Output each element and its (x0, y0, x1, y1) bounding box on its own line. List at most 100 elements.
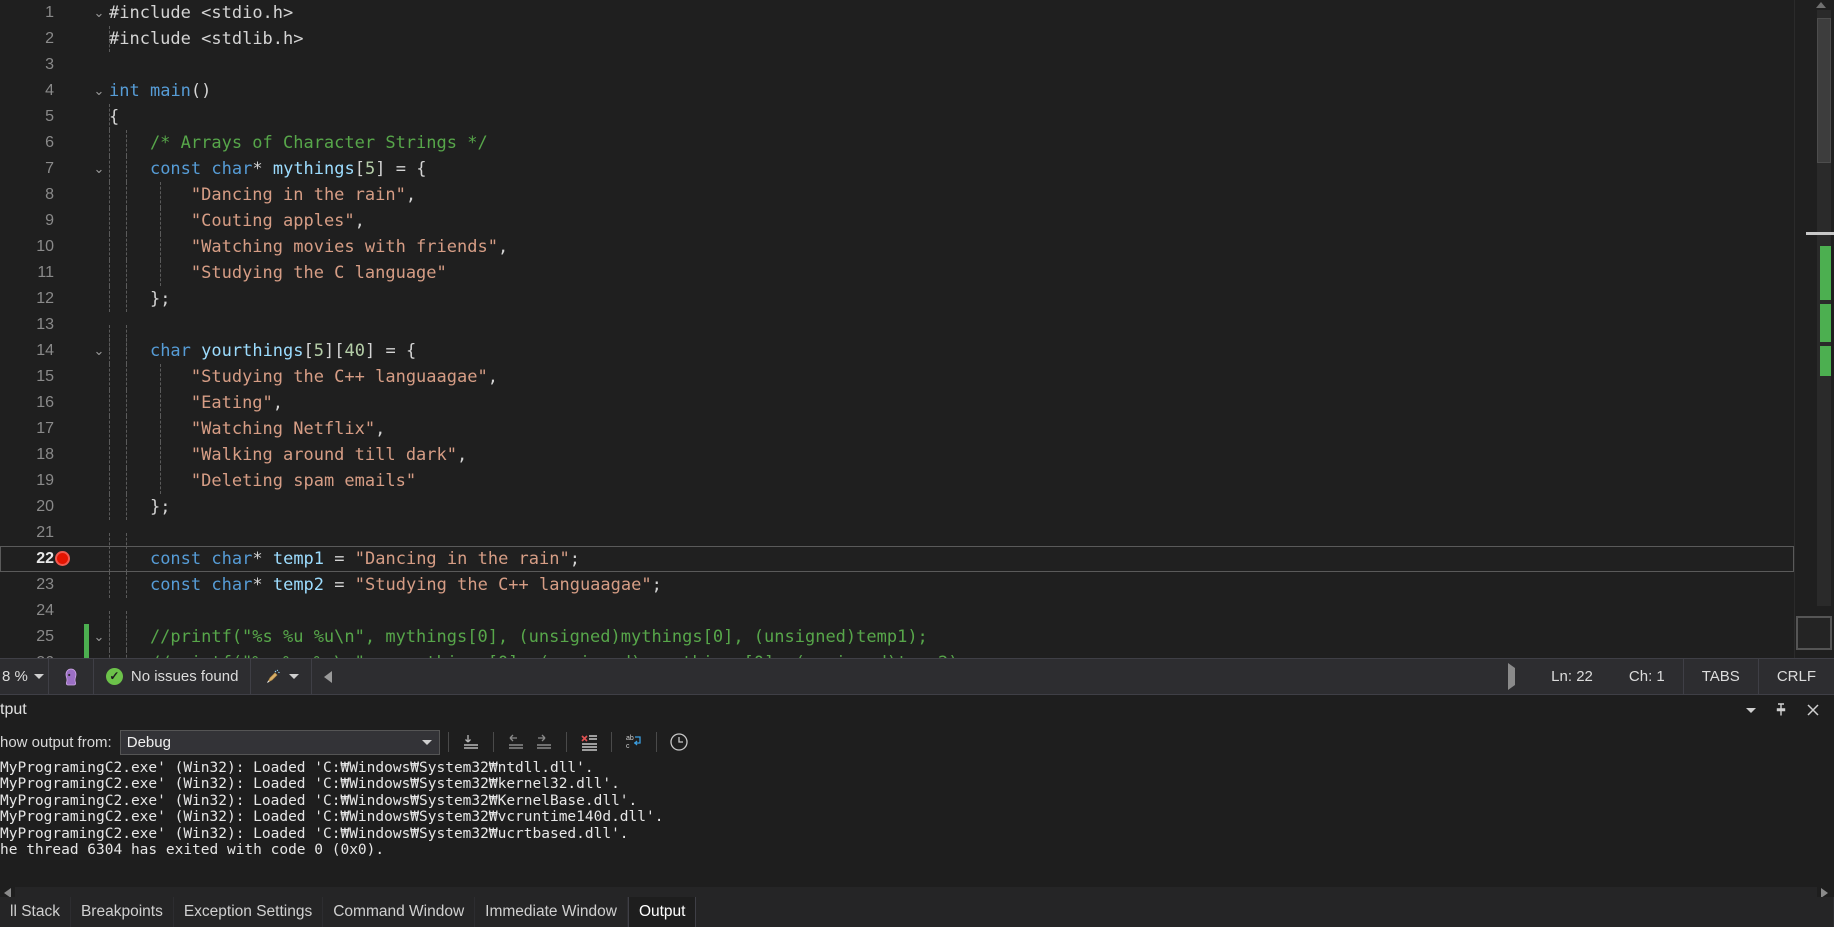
glyph-margin[interactable] (62, 182, 84, 208)
line-ending-status[interactable]: CRLF (1759, 668, 1834, 685)
indent-guide (126, 286, 127, 312)
indentation-mode-status[interactable]: TABS (1682, 659, 1759, 694)
glyph-margin[interactable] (62, 78, 84, 104)
glyph-margin[interactable] (62, 494, 84, 520)
zoom-level-control[interactable]: 8 % (0, 659, 49, 694)
glyph-margin[interactable] (62, 156, 84, 182)
indent-guide (109, 390, 110, 416)
code-health-icon-cell[interactable] (49, 659, 94, 694)
toggle-timestamps-button[interactable] (665, 729, 693, 755)
code-line[interactable]: 24 (0, 598, 1794, 637)
code-line[interactable]: 15 "Studying the C++ languaagae", (0, 364, 1794, 390)
line-number: 21 (36, 524, 54, 541)
output-source-select[interactable]: Debug (119, 729, 440, 755)
glyph-margin[interactable] (62, 234, 84, 260)
prev-pane-button[interactable] (312, 659, 344, 694)
scrollbar-thumb[interactable] (1817, 18, 1831, 163)
glyph-margin[interactable] (62, 208, 84, 234)
glyph-margin[interactable] (62, 442, 84, 468)
bottom-tab-output[interactable]: Output (627, 897, 697, 927)
overview-scrollbar[interactable] (1794, 0, 1834, 658)
fold-collapse-icon[interactable]: ⌄ (89, 78, 109, 104)
glyph-margin[interactable] (62, 598, 84, 624)
code-line[interactable]: 11 "Studying the C language" (0, 260, 1794, 286)
fold-collapse-icon[interactable]: ⌄ (89, 624, 109, 650)
chevron-down-icon[interactable] (421, 739, 432, 745)
glyph-margin[interactable] (62, 364, 84, 390)
code-line[interactable]: 18 "Walking around till dark", (0, 442, 1794, 468)
breakpoint-icon[interactable] (55, 551, 70, 566)
chevron-down-icon[interactable] (33, 674, 44, 679)
output-console-text[interactable]: MyProgramingC2.exe' (Win32): Loaded 'C:₩… (0, 759, 1834, 883)
chevron-down-icon[interactable] (289, 674, 300, 679)
clear-all-button[interactable] (575, 729, 603, 755)
indent-guide (126, 572, 127, 598)
scroll-up-arrow-icon[interactable] (1816, 2, 1826, 8)
bottom-tab-exception-settings[interactable]: Exception Settings (174, 897, 324, 927)
code-line[interactable]: 23 const char* temp2 = "Studying the C++… (0, 572, 1794, 598)
code-line[interactable]: 12 }; (0, 286, 1794, 312)
glyph-margin[interactable] (62, 52, 84, 78)
close-icon[interactable] (1806, 703, 1820, 717)
code-line[interactable]: 25 ⌄ //printf("%s %u %u\n", mythings[0], … (0, 624, 1794, 650)
glyph-margin[interactable] (62, 338, 84, 364)
fold-collapse-icon[interactable]: ⌄ (89, 156, 109, 182)
glyph-margin[interactable] (62, 650, 84, 658)
toggle-word-wrap-button[interactable]: ab c (620, 729, 648, 755)
glyph-margin[interactable] (62, 468, 84, 494)
fold-collapse-icon[interactable]: ⌄ (89, 0, 109, 26)
formatting-brush-button[interactable] (250, 659, 313, 694)
code-line[interactable]: 6 /* Arrays of Character Strings */ (0, 130, 1794, 156)
glyph-margin[interactable] (62, 624, 84, 650)
issues-status[interactable]: ✓ No issues found (94, 659, 251, 694)
bottom-tab-ll-stack[interactable]: ll Stack (0, 897, 71, 927)
glyph-margin[interactable] (62, 572, 84, 598)
code-editor[interactable]: 1 ⌄ #include <stdio.h> 2 #include <stdlib.h>… (0, 0, 1834, 658)
bottom-tab-breakpoints[interactable]: Breakpoints (71, 897, 174, 927)
indent-guide (109, 208, 110, 234)
glyph-margin[interactable] (62, 104, 84, 130)
code-line[interactable]: 16 "Eating", (0, 390, 1794, 416)
code-line[interactable]: 17 "Watching Netflix", (0, 416, 1794, 442)
code-line[interactable]: 19 "Deleting spam emails" (0, 468, 1794, 494)
glyph-margin[interactable] (62, 416, 84, 442)
code-line[interactable]: 20 }; (0, 494, 1794, 520)
code-line[interactable]: 26 //printf("%s %u %u\n", yourthings[0],… (0, 650, 1794, 658)
code-line[interactable]: 14 ⌄ char yourthings[5][40] = { (0, 338, 1794, 364)
code-line[interactable]: 7 ⌄ const char* mythings[5] = { (0, 156, 1794, 182)
glyph-margin[interactable] (62, 286, 84, 312)
glyph-margin[interactable] (62, 0, 84, 26)
glyph-margin[interactable] (62, 390, 84, 416)
code-line[interactable]: 2 #include <stdlib.h> (0, 26, 1794, 52)
line-number: 15 (36, 368, 54, 385)
pin-icon[interactable] (1774, 702, 1788, 718)
scrollbar-bottom-box[interactable] (1796, 616, 1832, 650)
line-number: 23 (36, 576, 54, 593)
code-line[interactable]: 1 ⌄ #include <stdio.h> (0, 0, 1794, 26)
glyph-margin[interactable] (62, 312, 84, 338)
code-line[interactable]: 10 "Watching movies with friends", (0, 234, 1794, 260)
code-line[interactable]: 9 "Couting apples", (0, 208, 1794, 234)
code-line[interactable]: 5{ (0, 104, 1794, 130)
glyph-margin[interactable] (62, 130, 84, 156)
next-message-button[interactable] (530, 729, 558, 755)
code-line[interactable]: 8 "Dancing in the rain", (0, 182, 1794, 208)
glyph-margin[interactable] (62, 520, 84, 546)
chevron-down-icon[interactable] (1746, 707, 1756, 713)
code-text-area[interactable]: 1 ⌄ #include <stdio.h> 2 #include <stdlib.h>… (0, 0, 1794, 658)
previous-message-button[interactable] (502, 729, 530, 755)
code-line-text: }; (109, 494, 1794, 520)
glyph-margin[interactable] (62, 260, 84, 286)
glyph-margin[interactable] (55, 546, 84, 572)
fold-collapse-icon[interactable]: ⌄ (89, 338, 109, 364)
glyph-margin[interactable] (62, 26, 84, 52)
code-line[interactable]: 13 (0, 312, 1794, 351)
code-line[interactable]: 22 const char* temp1 = "Dancing in the r… (0, 546, 1794, 572)
go-to-message-button[interactable] (457, 729, 485, 755)
bottom-tab-command-window[interactable]: Command Window (323, 897, 476, 927)
bottom-tab-immediate-window[interactable]: Immediate Window (475, 897, 628, 927)
next-pane-button[interactable] (1490, 663, 1533, 690)
code-line[interactable]: 3 (0, 52, 1794, 78)
code-line[interactable]: 4 ⌄ int main() (0, 78, 1794, 104)
code-line[interactable]: 21 (0, 520, 1794, 559)
